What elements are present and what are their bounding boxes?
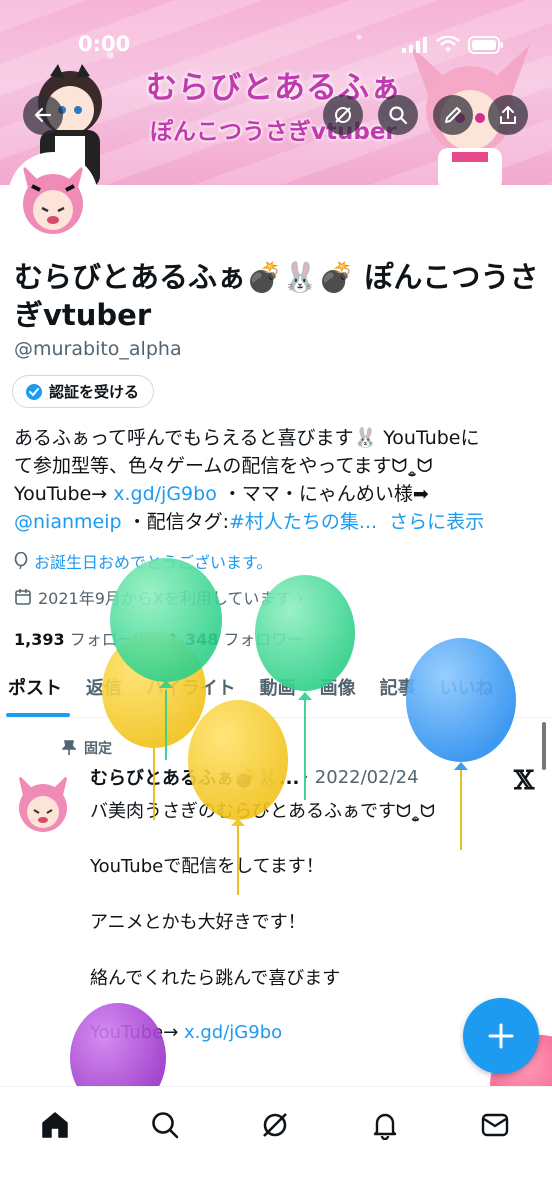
nav-home[interactable]	[31, 1101, 79, 1149]
back-icon	[34, 107, 52, 123]
tweet-text-line: YouTubeで配信をしてます！	[90, 856, 324, 877]
profile-name: むらびとあるふぁ💣🐰💣 ぽんこつうさぎvtuber	[14, 260, 539, 332]
tab-replies[interactable]: 返信	[74, 670, 134, 717]
grok-icon	[263, 1113, 287, 1137]
joined-text: 2021年9月からXを利用しています	[38, 589, 292, 608]
avatar-image	[12, 156, 94, 238]
get-verified-button[interactable]: 認証を受ける	[12, 375, 155, 408]
calendar-icon	[15, 589, 31, 605]
back-button[interactable]	[23, 95, 63, 135]
status-bar: 0:00	[0, 0, 552, 56]
followers-count: 1,348	[167, 630, 219, 649]
following-label: フォロー中	[69, 630, 150, 649]
pin-icon	[62, 740, 76, 755]
search-button[interactable]	[378, 95, 418, 135]
search-icon	[152, 1112, 179, 1139]
bio-line: て参加型等、色々ゲームの配信をやってますᗢ˳̫ᗢ	[14, 455, 433, 477]
tweet-text-line: 絡んでくれたら跳んで喜びます	[90, 968, 341, 989]
tweet-text: YouTube→	[90, 1022, 184, 1043]
banner-title: むらびとあるふぁ	[146, 70, 402, 106]
birthday-text: お誕生日おめでとうございます。	[34, 553, 273, 572]
birthday-greeting[interactable]: お誕生日おめでとうございます。	[14, 549, 272, 573]
nav-messages[interactable]	[471, 1101, 519, 1149]
following-count: 1,393	[14, 630, 65, 649]
share-button[interactable]	[488, 95, 528, 135]
bio-hashtag-link[interactable]: #村人たちの集...	[229, 511, 377, 533]
tweet-youtube-link[interactable]: x.gd/jG9bo	[184, 1022, 282, 1043]
profile-handle: @murabito_alpha	[14, 338, 182, 360]
show-more-link[interactable]: さらに表示	[389, 511, 484, 533]
grok-button[interactable]	[323, 95, 363, 135]
tweet-date[interactable]: · 2022/02/24	[303, 767, 418, 788]
messages-icon	[481, 1113, 509, 1137]
profile-avatar[interactable]	[8, 152, 98, 242]
tweet-text-line: アニメとかも大好きです！	[90, 912, 306, 933]
bio-mention-link[interactable]: @nianmeip	[14, 511, 122, 533]
follow-stats: 1,393 フォロー中 1,348 フォロワー	[14, 626, 303, 650]
tweet-header: むらびとあるふぁ💣🐰... · 2022/02/24	[90, 764, 419, 790]
tab-media[interactable]: 画像	[308, 670, 368, 717]
notification-icon	[373, 1113, 397, 1140]
bio-text: ・ママ・にゃんめい様➡	[216, 483, 429, 505]
avatar-image	[10, 768, 76, 834]
followers-link[interactable]: 1,348 フォロワー	[168, 626, 304, 650]
get-verified-label: 認証を受ける	[49, 383, 140, 401]
share-icon	[500, 106, 516, 124]
bio-text: ・配信タグ:	[121, 511, 229, 533]
followers-label: フォロワー	[223, 630, 304, 649]
edit-button[interactable]	[433, 95, 473, 135]
balloon-yellow-left	[102, 632, 206, 820]
tab-articles[interactable]: 記事	[368, 670, 428, 717]
bottom-nav	[0, 1086, 552, 1200]
bio-line: @nianmeip ・配信タグ:#村人たちの集... さらに表示	[14, 508, 544, 536]
tweet-text-line: バ美肉うさぎのむらびとあるふぁですᗢ˳̫ᗢ	[90, 801, 435, 822]
following-link[interactable]: 1,393 フォロー中	[14, 626, 150, 650]
nav-explore[interactable]	[141, 1101, 189, 1149]
grok-icon	[335, 107, 351, 123]
tab-highlights[interactable]: ハイライト	[134, 670, 248, 717]
x-logo-icon: 𝕏	[514, 766, 535, 796]
profile-bio: あるふぁって呼んでもらえると喜びます🐰 YouTubeに て参加型等、色々ゲーム…	[14, 424, 544, 536]
tweet-text-line: YouTube→ x.gd/jG9bo	[90, 1022, 282, 1043]
compose-post-button[interactable]	[463, 998, 539, 1074]
chevron-right-icon: ›	[297, 587, 304, 607]
nav-notifications[interactable]	[361, 1101, 409, 1149]
verified-icon	[26, 383, 42, 400]
balloon-icon	[14, 552, 28, 570]
bio-text: YouTube→	[14, 483, 114, 505]
tweet-author-name[interactable]: むらびとあるふぁ💣🐰...	[90, 764, 299, 790]
profile-tabs: ポスト 返信 ハイライト 動画 画像 記事 いいね	[0, 670, 552, 718]
battery-icon	[468, 36, 503, 54]
scrollbar[interactable]	[542, 722, 546, 770]
joined-date[interactable]: 2021年9月からXを利用しています ›	[14, 585, 304, 609]
plus-icon	[488, 1023, 514, 1049]
wifi-icon	[436, 36, 460, 52]
edit-icon	[445, 107, 461, 123]
tab-posts[interactable]: ポスト	[0, 670, 74, 717]
search-icon	[389, 106, 408, 125]
status-time: 0:00	[78, 32, 131, 56]
tab-likes[interactable]: いいね	[428, 670, 506, 717]
bio-line: YouTube→ x.gd/jG9bo ・ママ・にゃんめい様➡	[14, 480, 544, 508]
pinned-label: 固定	[84, 741, 112, 757]
tab-videos[interactable]: 動画	[248, 670, 308, 717]
pinned-indicator: 固定	[62, 738, 112, 758]
home-icon	[42, 1112, 68, 1138]
signal-icon	[402, 37, 427, 53]
status-icons	[402, 36, 504, 54]
bio-line: あるふぁって呼んでもらえると喜びます🐰 YouTubeに	[14, 427, 480, 449]
tweet-avatar[interactable]	[10, 768, 76, 834]
nav-grok[interactable]	[251, 1101, 299, 1149]
bio-youtube-link[interactable]: x.gd/jG9bo	[113, 483, 217, 505]
